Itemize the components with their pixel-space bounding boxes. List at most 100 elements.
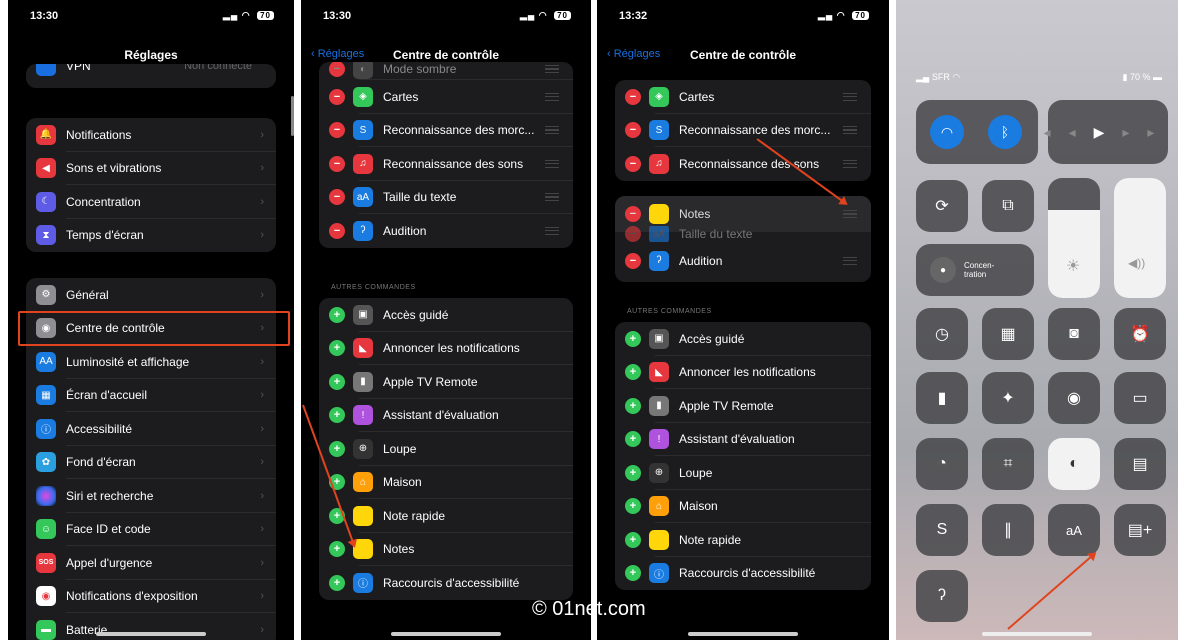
remove-button[interactable]: −	[329, 189, 345, 206]
dark-mode-button[interactable]: ◐	[1048, 438, 1100, 490]
control-row[interactable]: − ʔ Audition	[615, 244, 871, 278]
alarm-button[interactable]: ⏰	[1114, 308, 1166, 360]
control-row[interactable]: − ♫ Reconnaissance des sons	[615, 147, 871, 181]
media-module[interactable]: ◂◂ ▶ ▸▸	[1044, 100, 1168, 164]
settings-item-luminosite[interactable]: AA Luminosité et affichage ›	[26, 345, 276, 379]
control-row[interactable]: + Notes	[319, 533, 573, 566]
control-row[interactable]: − ʔ Audition	[319, 214, 573, 248]
settings-item-faceid[interactable]: ☺ Face ID et code ›	[26, 513, 276, 546]
drag-handle[interactable]	[843, 210, 857, 218]
control-row[interactable]: − ◈ Cartes	[319, 80, 573, 114]
add-button[interactable]: +	[329, 373, 345, 390]
wallet-button[interactable]: ▤	[1114, 438, 1166, 490]
settings-item-urgence[interactable]: SOS Appel d'urgence ›	[26, 546, 276, 580]
control-row[interactable]: + ▣ Accès guidé	[319, 298, 573, 332]
settings-item-ecran-accueil[interactable]: ▦ Écran d'accueil ›	[26, 379, 276, 412]
settings-item-exposition[interactable]: ◉ Notifications d'exposition ›	[26, 580, 276, 613]
camera-button[interactable]: ◙	[1048, 308, 1100, 360]
wifi-toggle[interactable]: ◠	[930, 115, 964, 149]
remove-button[interactable]: −	[329, 122, 345, 139]
drag-handle[interactable]	[843, 126, 857, 135]
rotation-lock-button[interactable]: ⟳	[916, 180, 968, 232]
add-button[interactable]: +	[625, 531, 641, 548]
drag-handle[interactable]	[843, 92, 857, 101]
control-row[interactable]: + Note rapide	[319, 499, 573, 533]
drag-handle[interactable]	[545, 92, 559, 101]
sound-recognition-button[interactable]: ∥	[982, 504, 1034, 556]
add-button[interactable]: +	[329, 340, 345, 357]
brightness-slider[interactable]: ☀	[1048, 178, 1100, 298]
remove-button[interactable]: −	[625, 226, 641, 242]
add-button[interactable]: +	[625, 330, 641, 347]
control-row[interactable]: + ◣ Annoncer les notifications	[615, 356, 871, 389]
add-button[interactable]: +	[329, 440, 345, 457]
control-row[interactable]: + ⊕ Loupe	[615, 456, 871, 490]
settings-item-fond-ecran[interactable]: ✿ Fond d'écran ›	[26, 446, 276, 479]
control-row[interactable]: + ⌂ Maison	[615, 490, 871, 523]
add-button[interactable]: +	[625, 464, 641, 481]
control-row[interactable]: + Note rapide	[615, 523, 871, 557]
settings-item-concentration[interactable]: ☾ Concentration ›	[26, 185, 276, 219]
code-scanner-button[interactable]: ⌗	[982, 438, 1034, 490]
screen-record-button[interactable]: ◉	[1048, 372, 1100, 424]
control-row[interactable]: − aA Taille du texte	[319, 181, 573, 214]
add-button[interactable]: +	[329, 574, 345, 591]
calculator-button[interactable]: ▦	[982, 308, 1034, 360]
control-row[interactable]: − S Reconnaissance des morc...	[319, 114, 573, 147]
volume-slider[interactable]: ◀))	[1114, 178, 1166, 298]
voice-memo-button[interactable]: ✦	[982, 372, 1034, 424]
low-power-button[interactable]: ▭	[1114, 372, 1166, 424]
add-button[interactable]: +	[625, 565, 641, 582]
remove-button[interactable]: −	[625, 252, 641, 269]
settings-item-notifications[interactable]: 🔔 Notifications ›	[26, 118, 276, 152]
stopwatch-button[interactable]: ◔	[916, 438, 968, 490]
bluetooth-toggle[interactable]: ᛒ	[988, 115, 1022, 149]
control-row[interactable]: +! Assistant d'évaluation	[615, 423, 871, 456]
remove-button[interactable]: −	[329, 155, 345, 172]
remove-button[interactable]: −	[329, 88, 345, 105]
settings-item-siri[interactable]: Siri et recherche ›	[26, 479, 276, 513]
settings-item-accessibilite[interactable]: ⓘ Accessibilité ›	[26, 412, 276, 446]
drag-handle[interactable]	[545, 126, 559, 135]
add-button[interactable]: +	[625, 364, 641, 381]
play-icon[interactable]: ▶	[1094, 124, 1123, 141]
control-row[interactable]: + ▣ Accès guidé	[615, 322, 871, 356]
settings-item-general[interactable]: ⚙ Général ›	[26, 278, 276, 312]
rewind-icon[interactable]: ◂◂	[1044, 124, 1094, 141]
add-button[interactable]: +	[329, 541, 345, 558]
drag-handle[interactable]	[545, 193, 559, 202]
timer-button[interactable]: ◷	[916, 308, 968, 360]
settings-item-sons[interactable]: ◀ Sons et vibrations ›	[26, 152, 276, 185]
control-row[interactable]: +! Assistant d'évaluation	[319, 399, 573, 432]
control-row[interactable]: + ▮ Apple TV Remote	[615, 389, 871, 423]
control-row[interactable]: + ⓘ Raccourcis d'accessibilité	[319, 566, 573, 600]
add-button[interactable]: +	[329, 407, 345, 424]
settings-item-temps-ecran[interactable]: ⧗ Temps d'écran ›	[26, 219, 276, 253]
vpn-row[interactable]: VPN Non connecté	[26, 64, 276, 78]
remove-button[interactable]: −	[329, 62, 345, 77]
remove-button[interactable]: −	[625, 155, 641, 172]
flashlight-button[interactable]: ▮	[916, 372, 968, 424]
control-row[interactable]: + ⌂ Maison	[319, 466, 573, 499]
drag-handle[interactable]	[545, 226, 559, 235]
control-row[interactable]: + ⊕ Loupe	[319, 432, 573, 466]
hearing-button[interactable]: ʔ	[916, 570, 968, 622]
shazam-button[interactable]: S	[916, 504, 968, 556]
control-row[interactable]: − S Reconnaissance des morc...	[615, 114, 871, 147]
remove-button[interactable]: −	[625, 88, 641, 105]
remove-button[interactable]: −	[625, 122, 641, 139]
control-row[interactable]: + ▮ Apple TV Remote	[319, 365, 573, 399]
drag-handle[interactable]	[843, 256, 857, 265]
drag-handle[interactable]	[545, 65, 559, 73]
back-button[interactable]: ‹ Réglages	[311, 48, 364, 60]
drag-handle[interactable]	[545, 159, 559, 168]
control-row[interactable]: + ◣ Annoncer les notifications	[319, 332, 573, 365]
forward-icon[interactable]: ▸▸	[1122, 124, 1172, 141]
drag-handle[interactable]	[843, 159, 857, 168]
focus-button[interactable]: ● Concen- tration	[916, 244, 1034, 296]
control-row[interactable]: − ◐ Mode sombre	[319, 62, 573, 80]
screen-mirroring-button[interactable]: ⧉	[982, 180, 1034, 232]
back-button[interactable]: ‹ Réglages	[607, 48, 660, 60]
add-button[interactable]: +	[625, 498, 641, 515]
notes-button[interactable]: ▤+	[1114, 504, 1166, 556]
